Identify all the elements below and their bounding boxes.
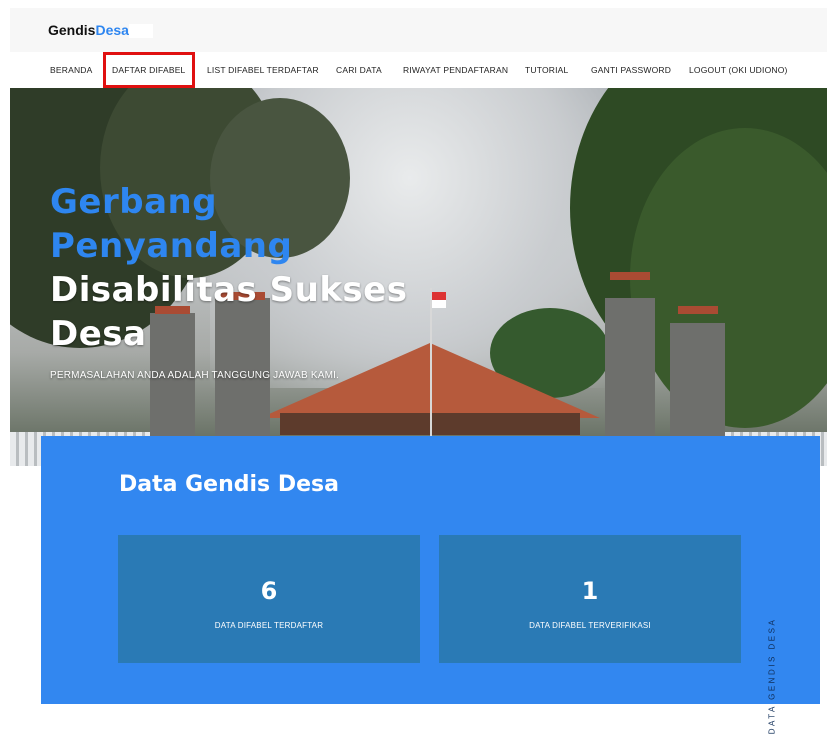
hero-title-line: Gerbang	[50, 182, 218, 222]
stats-side-label: DATA GENDIS DESA	[762, 601, 782, 751]
nav-item-daftar-difabel[interactable]: DAFTAR DIFABEL	[103, 52, 195, 88]
stat-value: 1	[581, 577, 599, 605]
main-nav: BERANDA DAFTAR DIFABEL LIST DIFABEL TERD…	[10, 52, 827, 88]
nav-item-list-difabel-terdaftar[interactable]: LIST DIFABEL TERDAFTAR	[207, 52, 319, 88]
stat-card-registered: 6 DATA DIFABEL TERDAFTAR	[118, 535, 420, 663]
nav-item-riwayat-pendaftaran[interactable]: RIWAYAT PENDAFTARAN	[403, 52, 508, 88]
nav-item-logout[interactable]: LOGOUT (OKI UDIONO)	[689, 52, 788, 88]
nav-item-cari-data[interactable]: CARI DATA	[336, 52, 382, 88]
hero-title-line: Disabilitas Sukses	[50, 270, 408, 310]
top-bar: GendisDesa	[10, 8, 827, 52]
hero-tagline: PERMASALAHAN ANDA ADALAH TANGGUNG JAWAB …	[50, 370, 340, 381]
logo-text-part1: Gendis	[48, 22, 96, 38]
hero-gate-pillar	[605, 298, 655, 448]
hero-gate-pillar	[670, 323, 725, 453]
stat-label: DATA DIFABEL TERDAFTAR	[214, 621, 324, 630]
site-logo[interactable]: GendisDesa	[48, 22, 153, 39]
hero-title-line: Desa	[50, 314, 147, 354]
stats-title: Data Gendis Desa	[119, 472, 339, 497]
stat-card-verified: 1 DATA DIFABEL TERVERIFIKASI	[439, 535, 741, 663]
stats-section: Data Gendis Desa 6 DATA DIFABEL TERDAFTA…	[41, 436, 820, 734]
nav-item-ganti-password[interactable]: GANTI PASSWORD	[591, 52, 671, 88]
stats-side-label-text: DATA GENDIS DESA	[767, 617, 777, 735]
hero-flag	[432, 292, 446, 308]
nav-item-beranda[interactable]: BERANDA	[50, 52, 93, 88]
hero-pillar-cap	[678, 306, 718, 314]
stat-value: 6	[260, 577, 278, 605]
hero-pillar-cap	[610, 272, 650, 280]
nav-item-tutorial[interactable]: TUTORIAL	[525, 52, 568, 88]
logo-blank-box	[128, 24, 153, 39]
stat-label: DATA DIFABEL TERVERIFIKASI	[529, 621, 651, 630]
hero-title-line: Penyandang	[50, 226, 293, 266]
hero-flagpole	[430, 288, 432, 438]
hero-banner: Gerbang Penyandang Disabilitas Sukses De…	[10, 88, 827, 466]
logo-text-part2: Desa	[95, 22, 129, 38]
page: GendisDesa BERANDA DAFTAR DIFABEL LIST D…	[0, 0, 827, 734]
hero-title: Gerbang Penyandang Disabilitas Sukses De…	[50, 180, 407, 356]
